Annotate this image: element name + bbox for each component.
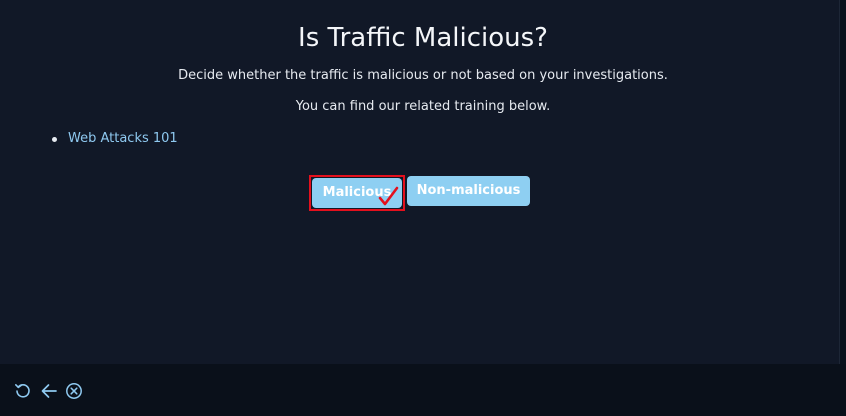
close-circle-icon[interactable]: [65, 382, 83, 400]
list-item: Web Attacks 101: [52, 130, 178, 148]
non-malicious-button[interactable]: Non-malicious: [407, 176, 530, 206]
bullet-icon: [52, 137, 57, 142]
training-list: Web Attacks 101: [52, 130, 178, 148]
instruction-text: Decide whether the traffic is malicious …: [178, 68, 668, 83]
footer-toolbar: [0, 364, 846, 416]
refresh-icon[interactable]: [14, 382, 32, 400]
checkmark-icon: [378, 186, 399, 206]
training-note: You can find our related training below.: [295, 99, 551, 114]
training-link-web-attacks[interactable]: Web Attacks 101: [68, 131, 178, 146]
page-title: Is Traffic Malicious?: [298, 23, 548, 53]
back-arrow-icon[interactable]: [40, 382, 58, 400]
